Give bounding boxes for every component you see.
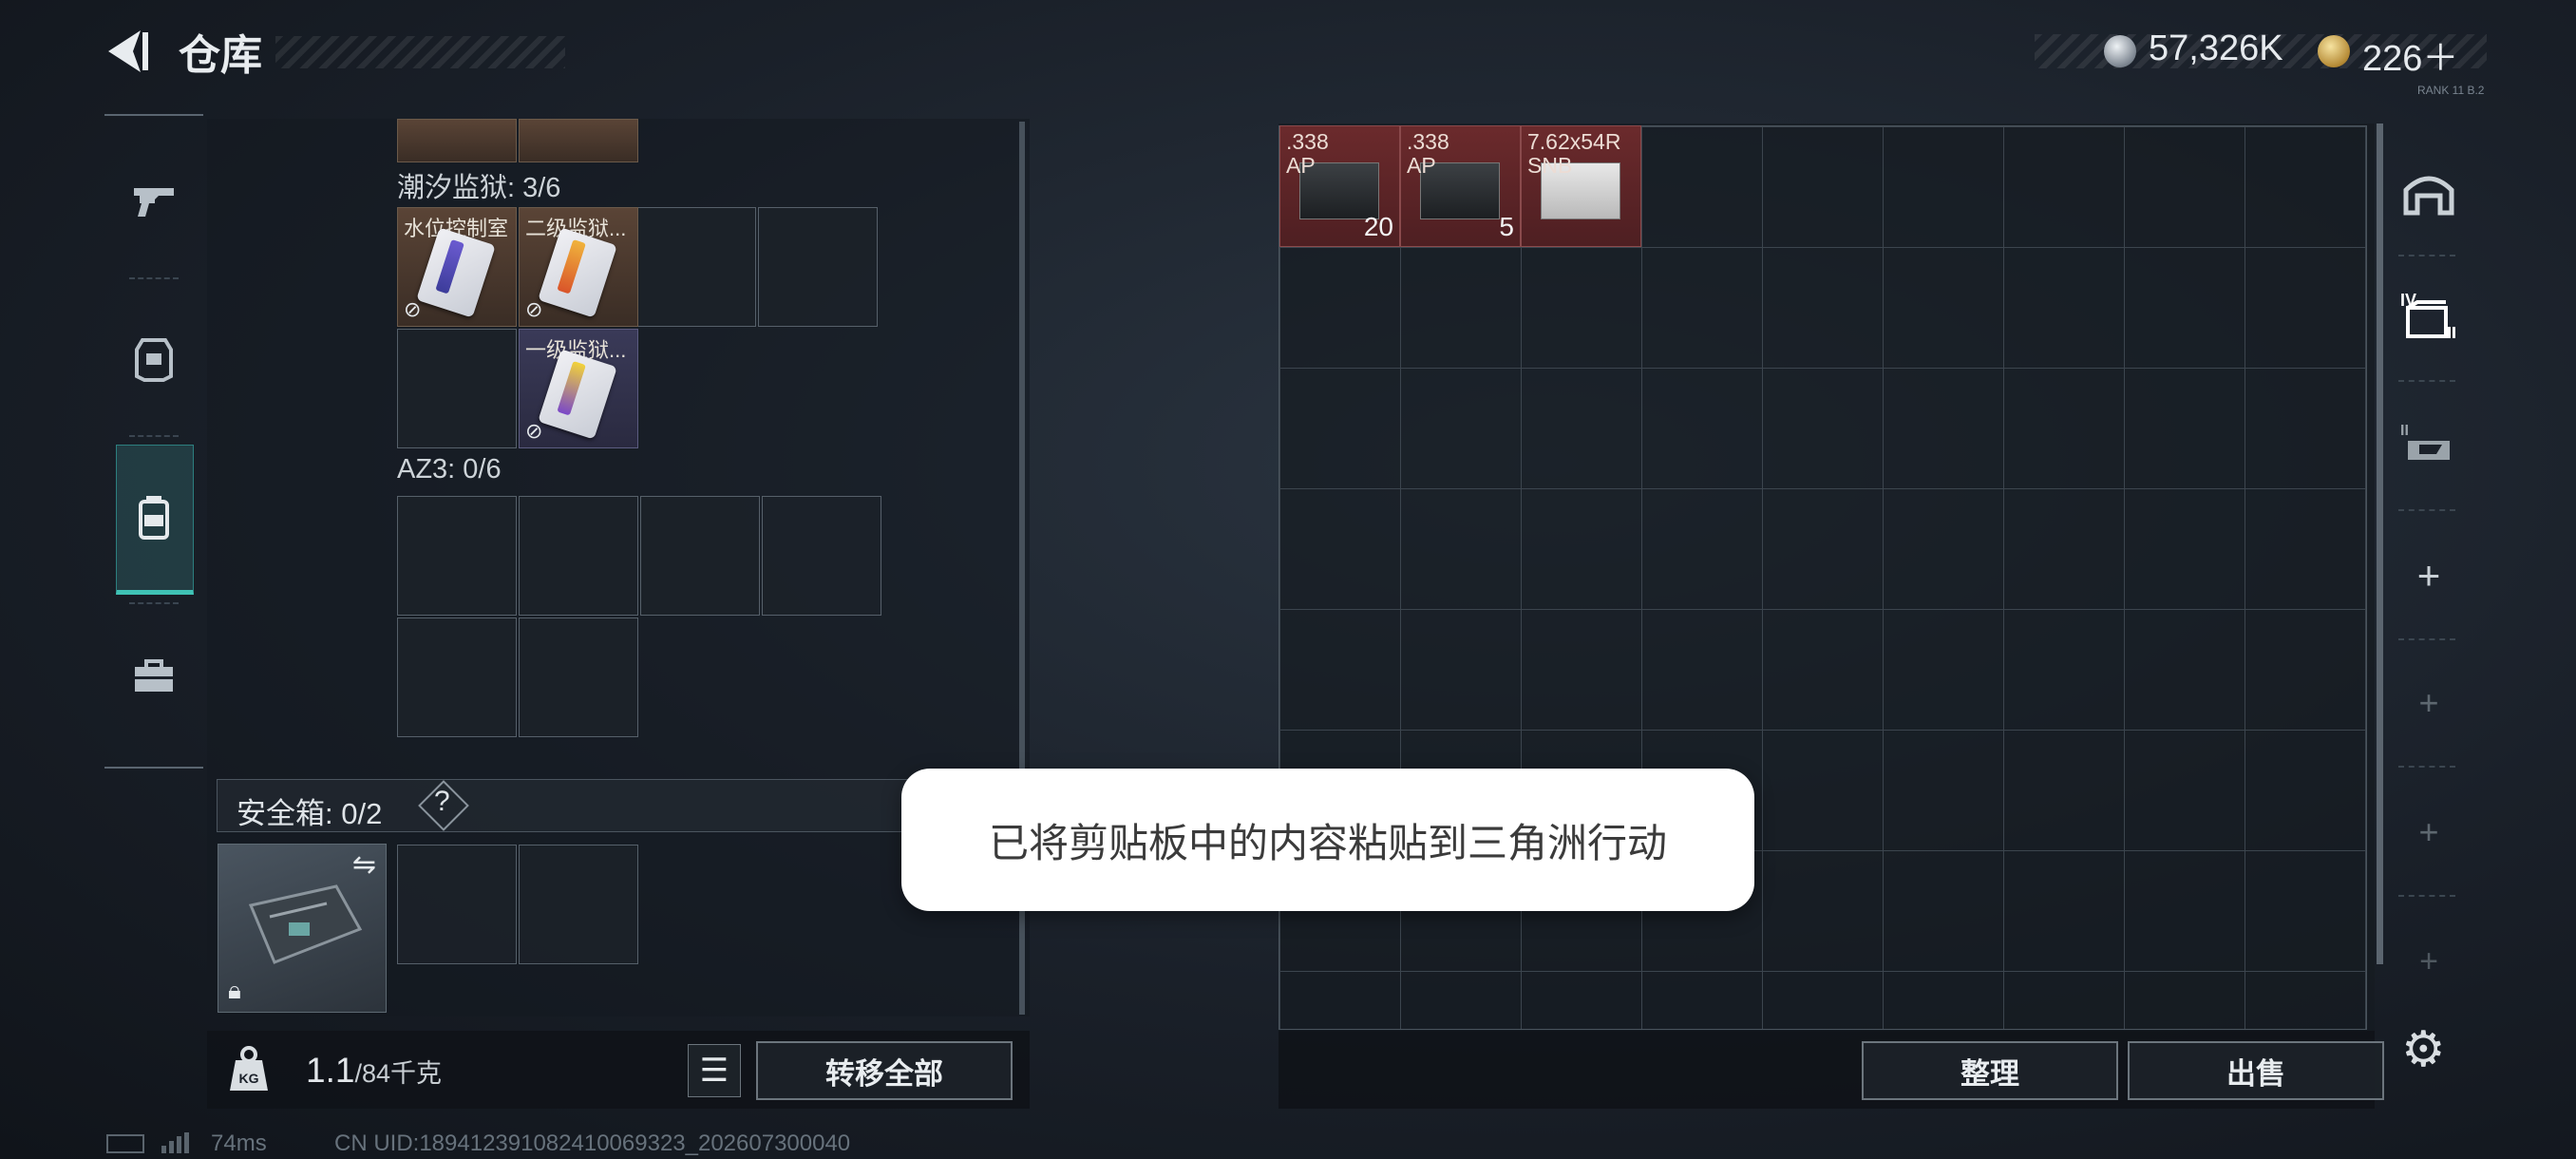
weight-value: 1.1/84千克	[306, 1051, 442, 1090]
empty-slot[interactable]	[519, 845, 638, 964]
clipboard-toast: 已将剪贴板中的内容粘贴到三角洲行动	[901, 769, 1754, 911]
backpack-icon[interactable]	[116, 479, 192, 555]
keycard-item[interactable]: 一级监狱... ⊘	[519, 329, 638, 448]
inventory-item-partial[interactable]	[397, 119, 517, 162]
plus-icon[interactable]: +	[2391, 923, 2467, 999]
empty-slot[interactable]	[762, 496, 881, 616]
briefcase-icon[interactable]	[116, 638, 192, 714]
battery-icon	[106, 1134, 144, 1153]
help-text: ?	[434, 786, 450, 817]
inventory-item-partial[interactable]	[519, 119, 638, 162]
gold-amount[interactable]: 226＋	[2362, 28, 2458, 81]
no-transfer-icon: ⊘	[525, 419, 543, 443]
lock-icon: 🔒︎	[228, 976, 241, 1004]
empty-slot[interactable]	[758, 207, 878, 327]
keycard-item[interactable]: 水位控制室 ⊘	[397, 207, 517, 327]
empty-slot[interactable]	[519, 496, 638, 616]
svg-text:KG: KG	[239, 1071, 259, 1086]
ping-readout: 74ms	[211, 1130, 267, 1156]
user-uid: CN UID:189412391082410069323_20260730004…	[334, 1130, 851, 1156]
empty-slot[interactable]	[397, 329, 517, 448]
empty-slot[interactable]	[397, 496, 517, 616]
gold-coin-icon	[2318, 35, 2350, 67]
page-title: 仓库	[179, 32, 262, 79]
transfer-all-button[interactable]: 转移全部	[756, 1041, 1013, 1100]
silver-amount[interactable]: 57,326K	[2149, 28, 2283, 69]
svg-text:II: II	[2400, 423, 2409, 439]
empty-slot[interactable]	[640, 496, 760, 616]
keycard-item[interactable]: 二级监狱... ⊘	[519, 207, 638, 327]
swap-icon[interactable]: ⇋	[352, 848, 376, 882]
back-arrow-icon[interactable]	[104, 27, 152, 76]
weapon-storage-icon[interactable]: II	[2391, 407, 2467, 483]
container-icon[interactable]: IV	[2391, 277, 2467, 353]
safe-box-header: 安全箱: 0/2	[217, 779, 919, 832]
silver-coin-icon	[2104, 35, 2136, 67]
plus-icon[interactable]: +	[2391, 665, 2467, 741]
list-view-button[interactable]: ☰	[688, 1044, 741, 1097]
sell-button[interactable]: 出售	[2128, 1041, 2384, 1100]
ammo-item[interactable]: 7.62x54R SNB	[1521, 125, 1641, 247]
group-label-az3: AZ3: 0/6	[397, 454, 502, 484]
list-icon: ☰	[699, 1053, 729, 1089]
ammo-item[interactable]: .338 AP 20	[1279, 125, 1400, 247]
gun-icon[interactable]	[116, 163, 192, 239]
title-decoration	[275, 36, 565, 68]
weight-icon: KG	[230, 1046, 268, 1091]
empty-slot[interactable]	[397, 618, 517, 737]
warehouse-icon[interactable]	[2391, 154, 2467, 230]
organize-button[interactable]: 整理	[1862, 1041, 2118, 1100]
toast-message: 已将剪贴板中的内容粘贴到三角洲行动	[988, 820, 1667, 865]
safe-case-item[interactable]: ⇋ 🔒︎	[218, 844, 387, 1013]
plus-icon[interactable]: +	[2391, 538, 2467, 614]
stash-scrollbar[interactable]	[2377, 124, 2383, 964]
rank-badge: RANK 11 B.2	[2417, 84, 2485, 97]
empty-slot[interactable]	[397, 845, 517, 964]
no-transfer-icon: ⊘	[404, 297, 422, 321]
plus-icon[interactable]: +	[2391, 794, 2467, 870]
gear-icon[interactable]: ⚙	[2401, 1021, 2446, 1078]
safe-box-label: 安全箱: 0/2	[237, 797, 383, 830]
empty-slot[interactable]	[519, 618, 638, 737]
signal-icon	[161, 1132, 190, 1153]
no-transfer-icon: ⊘	[525, 297, 543, 321]
empty-slot[interactable]	[636, 207, 756, 327]
armor-icon[interactable]	[116, 321, 192, 397]
ammo-item[interactable]: .338 AP 5	[1400, 125, 1521, 247]
group-label-tide-prison: 潮汐监狱: 3/6	[397, 173, 561, 203]
